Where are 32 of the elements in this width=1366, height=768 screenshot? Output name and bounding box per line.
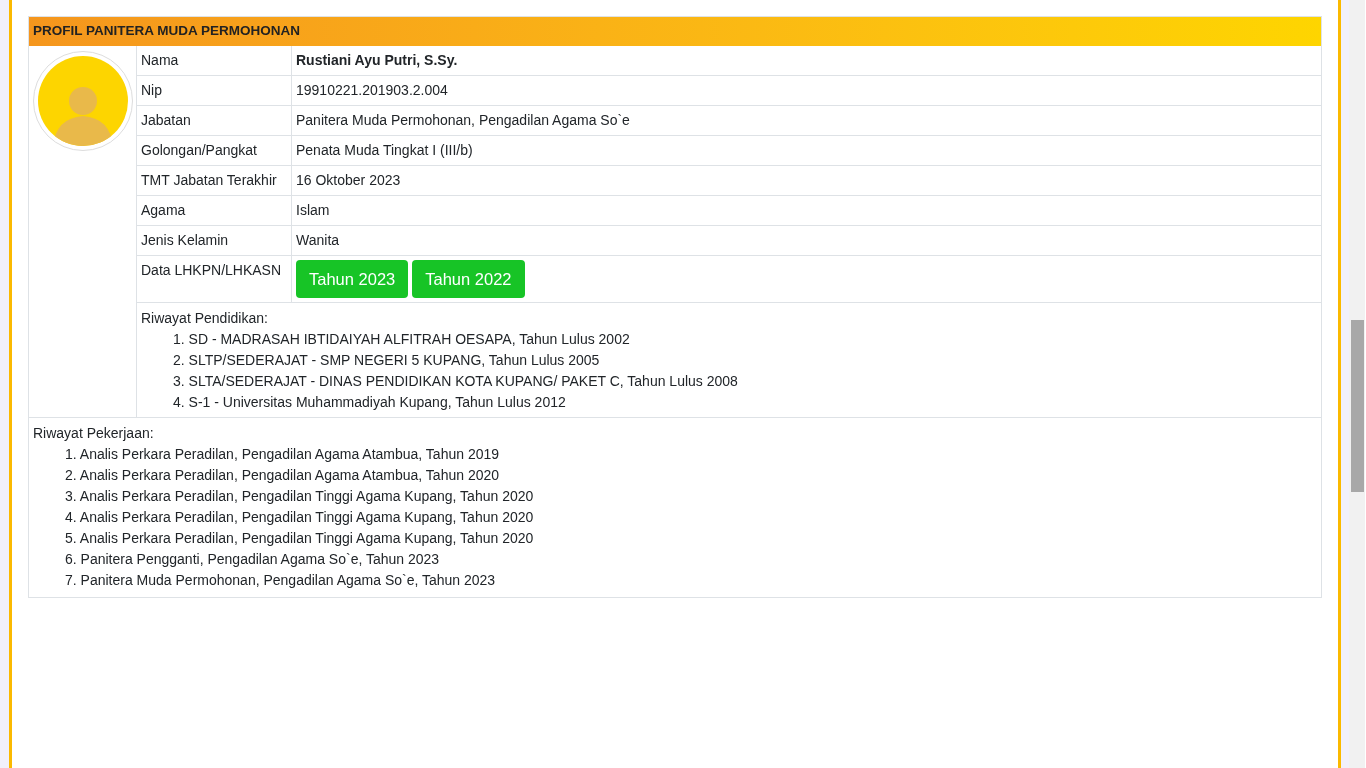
field-label: Nama (137, 46, 292, 75)
education-item: 3. SLTA/SEDERAJAT - DINAS PENDIDIKAN KOTA KUPANG/ PAKET C, Tahun Lulus 2008 (173, 372, 738, 391)
field-value: 19910221.201903.2.004 (295, 81, 449, 100)
education-item: 4. S-1 - Universitas Muhammadiyah Kupang, Tahun Lulus 2012 (173, 393, 566, 412)
education-heading: Riwayat Pendidikan: (141, 309, 269, 328)
field-label: Golongan/Pangkat (137, 136, 292, 165)
work-item: 1. Analis Perkara Peradilan, Pengadilan Agama Atambua, Tahun 2019 (65, 445, 500, 464)
work-item: 6. Panitera Pengganti, Pengadilan Agama So`e, Tahun 2023 (65, 550, 440, 569)
work-item: 5. Analis Perkara Peradilan, Pengadilan Tinggi Agama Kupang, Tahun 2020 (65, 529, 534, 548)
scrollbar[interactable] (1349, 0, 1365, 768)
year-button[interactable]: Tahun 2022 (412, 260, 525, 298)
field-label: Nip (137, 76, 292, 105)
field-value: Penata Muda Tingkat I (III/b) (295, 141, 474, 160)
field-value: Rustiani Ayu Putri, S.Sy. (295, 51, 459, 70)
education-item: 1. SD - MADRASAH IBTIDAIYAH ALFITRAH OESAPA, Tahun Lulus 2002 (173, 330, 630, 349)
field-value: Panitera Muda Permohonan, Pengadilan Agama So`e (295, 111, 631, 130)
education-item: 2. SLTP/SEDERAJAT - SMP NEGERI 5 KUPANG, Tahun Lulus 2005 (173, 351, 600, 370)
panel-header: PROFIL PANITERA MUDA PERMOHONAN (29, 17, 1321, 46)
field-value: 16 Oktober 2023 (295, 171, 402, 190)
year-button[interactable]: Tahun 2023 (296, 260, 409, 298)
field-value: Islam (295, 201, 331, 220)
work-item: 7. Panitera Muda Permohonan, Pengadilan Agama So`e, Tahun 2023 (65, 571, 496, 590)
field-label: Jabatan (137, 106, 292, 135)
field-label: Data LHKPN/LHKASN (137, 256, 292, 302)
field-value: Wanita (295, 231, 341, 250)
work-heading: Riwayat Pekerjaan: (33, 424, 155, 443)
field-label: Agama (137, 196, 292, 225)
work-item: 3. Analis Perkara Peradilan, Pengadilan Tinggi Agama Kupang, Tahun 2020 (65, 487, 534, 506)
work-item: 2. Analis Perkara Peradilan, Pengadilan Agama Atambua, Tahun 2020 (65, 466, 500, 485)
work-item: 4. Analis Perkara Peradilan, Pengadilan Tinggi Agama Kupang, Tahun 2020 (65, 508, 534, 527)
field-label: TMT Jabatan Terakhir (137, 166, 292, 195)
field-label: Jenis Kelamin (137, 226, 292, 255)
